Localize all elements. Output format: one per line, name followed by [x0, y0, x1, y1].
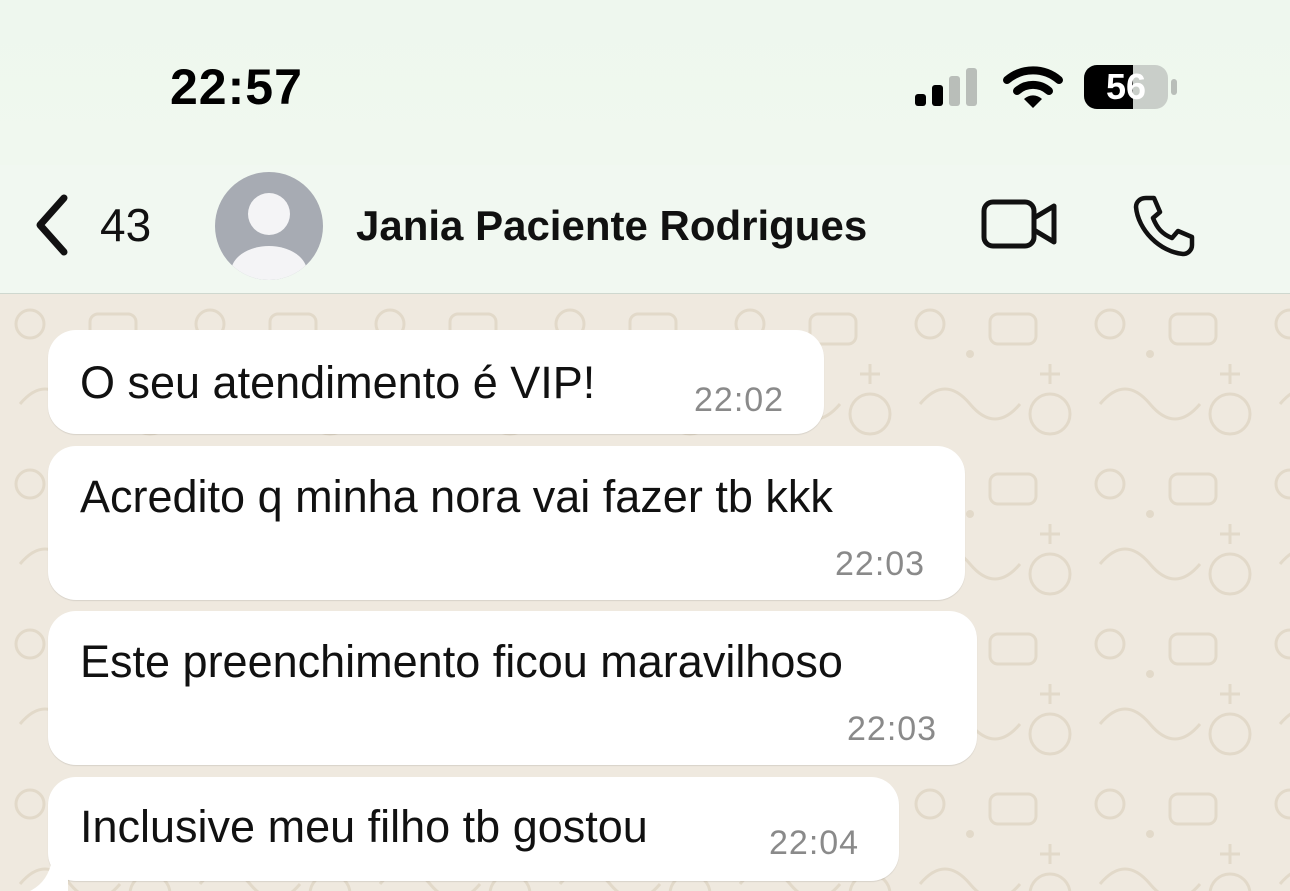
message-time: 22:02	[694, 381, 785, 419]
bubble-tail	[30, 860, 68, 891]
video-call-button[interactable]	[980, 196, 1060, 252]
contact-avatar[interactable]	[215, 172, 323, 280]
video-camera-icon	[981, 199, 1057, 249]
message-text: O seu atendimento é VIP!	[80, 357, 596, 408]
voice-call-button[interactable]	[1132, 192, 1198, 258]
message-time: 22:03	[835, 545, 926, 583]
cellular-signal-icon	[915, 68, 977, 106]
message-bubble[interactable]: Este preenchimento ficou maravilhoso 22:…	[48, 611, 977, 765]
message-bubble[interactable]: O seu atendimento é VIP! 22:02	[48, 330, 824, 434]
unread-count: 43	[100, 199, 152, 251]
message-text: Este preenchimento ficou maravilhoso	[80, 636, 843, 687]
battery-level: 56	[1105, 66, 1147, 107]
status-bar: 22:57 56	[0, 0, 1290, 165]
message-bubble[interactable]: Inclusive meu filho tb gostou 22:04	[48, 777, 899, 881]
phone-icon	[1133, 195, 1195, 257]
battery-icon: 56	[1083, 64, 1179, 110]
message-text: Inclusive meu filho tb gostou	[80, 801, 648, 852]
chevron-left-icon	[36, 194, 68, 256]
message-text: Acredito q minha nora vai fazer tb kkk	[80, 471, 833, 522]
status-time: 22:57	[170, 59, 303, 115]
message-time: 22:04	[769, 824, 860, 862]
wifi-icon	[1003, 66, 1063, 108]
contact-name[interactable]: Jania Paciente Rodrigues	[356, 202, 867, 250]
message-bubble[interactable]: Acredito q minha nora vai fazer tb kkk 2…	[48, 446, 965, 600]
back-button[interactable]: 43	[34, 190, 151, 260]
message-time: 22:03	[847, 710, 938, 748]
